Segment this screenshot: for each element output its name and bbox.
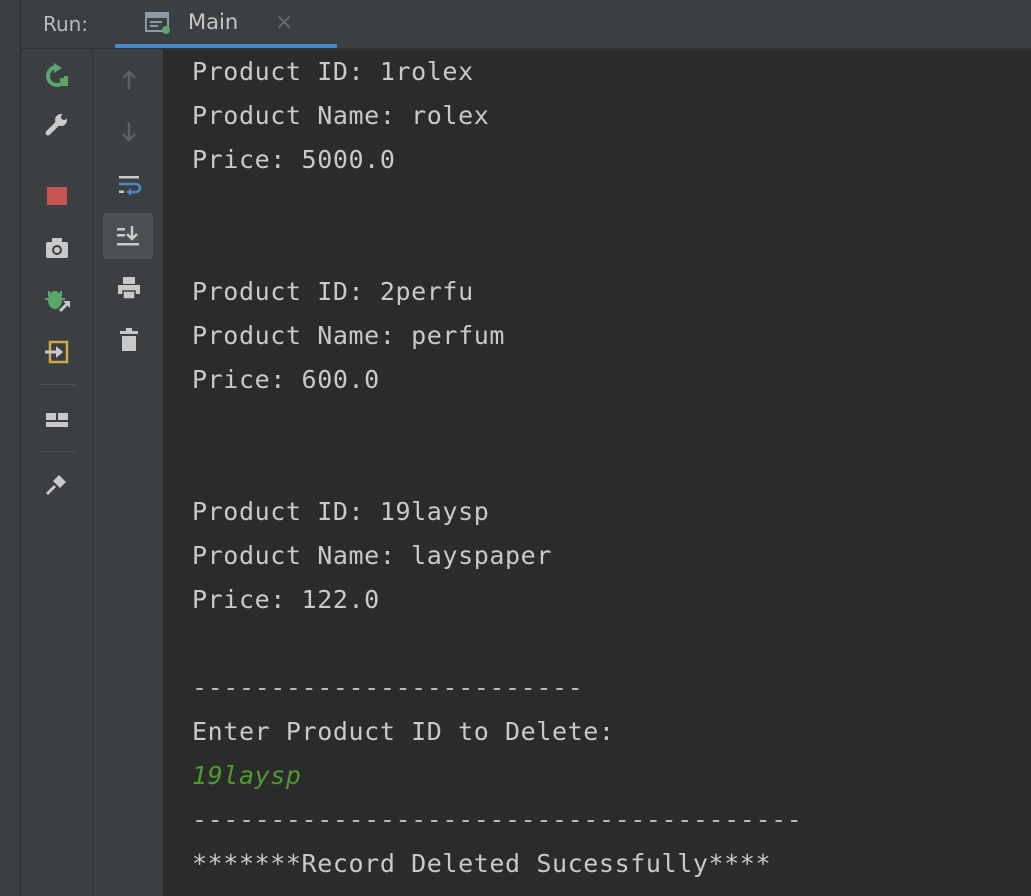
- side-tool-window-labels[interactable]: [2, 570, 18, 890]
- stop-icon[interactable]: [44, 183, 70, 209]
- soft-wrap-icon[interactable]: [116, 171, 142, 197]
- exit-icon[interactable]: [44, 339, 70, 365]
- console-line: Product ID: 19laysp: [192, 497, 490, 526]
- console-line: Product ID: 1rolex: [192, 57, 474, 86]
- run-toolbar-right: [93, 49, 163, 896]
- console-line: Price: 5000.0: [192, 145, 396, 174]
- console-user-input: 19laysp: [192, 761, 302, 790]
- layout-icon[interactable]: [44, 407, 70, 433]
- trash-icon[interactable]: [116, 327, 142, 353]
- console-line: Product Name: layspaper: [192, 541, 552, 570]
- wrench-icon[interactable]: [44, 111, 70, 137]
- console-line: Product ID: 2perfu: [192, 277, 474, 306]
- console-line: Enter Product ID to Delete:: [192, 717, 615, 746]
- run-toolbar-left: [21, 49, 93, 896]
- rerun-icon[interactable]: [44, 63, 70, 89]
- scroll-to-end-toggle[interactable]: [103, 213, 153, 259]
- scroll-to-end-icon: [117, 226, 139, 246]
- close-icon[interactable]: ×: [275, 10, 293, 35]
- console-line: Product Name: perfum: [192, 321, 506, 350]
- pin-icon[interactable]: [44, 471, 70, 497]
- console-separator: -------------------------: [192, 673, 584, 702]
- arrow-up-icon[interactable]: [116, 67, 142, 93]
- arrow-down-icon[interactable]: [116, 119, 142, 145]
- console-output[interactable]: Product ID: 1rolex Product Name: rolex P…: [163, 49, 1031, 896]
- run-label: Run:: [43, 12, 89, 36]
- debug-icon[interactable]: [44, 287, 70, 313]
- toolbar-separator: [39, 384, 75, 385]
- console-line: *******Record Deleted Sucessfully****: [192, 849, 772, 878]
- console-line: Price: 122.0: [192, 585, 380, 614]
- tab-main[interactable]: Main ×: [115, 0, 337, 48]
- tab-main-label: Main: [188, 10, 239, 34]
- toolbar-separator: [39, 451, 75, 452]
- console-line: Price: 600.0: [192, 365, 380, 394]
- print-icon[interactable]: [116, 275, 142, 301]
- console-separator: ---------------------------------------: [192, 805, 803, 834]
- console-window-icon: [145, 12, 170, 34]
- camera-icon[interactable]: [44, 235, 70, 261]
- run-header: Run: Main ×: [21, 0, 1031, 49]
- console-line: Product Name: rolex: [192, 101, 490, 130]
- left-tool-strip: [0, 0, 21, 896]
